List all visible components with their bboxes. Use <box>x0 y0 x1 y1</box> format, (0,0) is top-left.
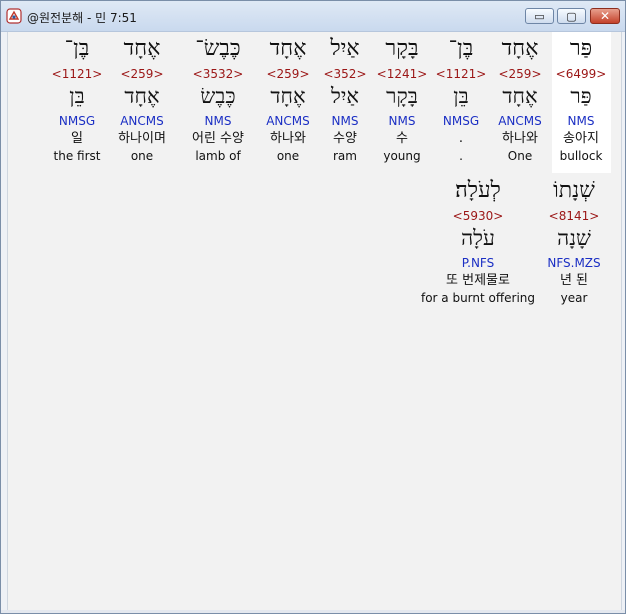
word-hebrew: אֶחָד <box>269 36 307 61</box>
word-lemma: שָׁנָה <box>557 226 591 250</box>
word-hebrew: שְׁנָתוֹ <box>553 178 595 203</box>
word-korean: 년 된 <box>559 273 589 288</box>
word-morphology: NMS <box>204 114 232 128</box>
word-cell[interactable]: בֶּן־ <1121> בֵּן NMSG 일 the first <box>37 38 117 164</box>
word-cell[interactable]: לְעֹלָה׃ <5930> עֹלָה P.NFS 또 번제물로 for a… <box>410 180 546 306</box>
word-hebrew: בֶּן־ <box>64 36 90 61</box>
word-morphology: NMSG <box>58 114 96 128</box>
minimize-icon: ▭ <box>534 9 545 23</box>
word-morphology: ANCMS <box>266 114 310 128</box>
word-cell[interactable]: כֶּבֶשׂ־ <3532> כֶּבֶשׂ NMS 어린 수양 lamb o… <box>178 38 258 164</box>
app-window: @원전분해 - 민 7:51 ▭ ▢ ✕ פַּר <6499> פַּר NM… <box>0 0 626 614</box>
word-strong-number[interactable]: <8141> <box>534 210 614 224</box>
word-cell[interactable]: שְׁנָתוֹ <8141> שָׁנָה NFS.MZS 년 된 year <box>534 180 614 306</box>
close-button[interactable]: ✕ <box>590 8 620 24</box>
word-english: one <box>276 149 300 163</box>
word-morphology: NFS.MZS <box>547 256 601 270</box>
word-strong-number[interactable]: <5930> <box>410 210 546 224</box>
word-lemma: אֶחָד <box>270 84 306 108</box>
word-korean: 일 <box>71 131 83 146</box>
close-icon: ✕ <box>599 9 611 23</box>
window-title: @원전분해 - 민 7:51 <box>27 11 137 25</box>
word-strong-number[interactable]: <1121> <box>37 68 117 82</box>
word-morphology: P.NFS <box>461 256 495 270</box>
title-bar[interactable]: @원전분해 - 민 7:51 ▭ ▢ ✕ <box>1 1 625 32</box>
word-cell[interactable]: אֶחָד <259> אֶחָד ANCMS 하나와 one <box>248 38 328 164</box>
word-english: lamb of <box>195 149 241 163</box>
app-logo-icon <box>6 8 22 24</box>
word-hebrew: כֶּבֶשׂ־ <box>195 36 241 61</box>
word-lemma: כֶּבֶשׂ <box>200 84 236 108</box>
interlinear-panel: פַּר <6499> פַּר NMS 송아지 bullock אֶחָד <… <box>7 32 622 611</box>
word-english: year <box>560 291 588 305</box>
word-hebrew: לְעֹלָה׃ <box>455 178 501 203</box>
word-strong-number[interactable]: <3532> <box>178 68 258 82</box>
word-english: for a burnt offering <box>420 291 536 305</box>
word-lemma: עֹלָה <box>461 226 495 250</box>
window-bottom-edge <box>1 610 625 613</box>
word-english: the first <box>53 149 101 163</box>
word-korean: 하나와 <box>270 131 306 146</box>
word-lemma: בֵּן <box>69 84 85 108</box>
maximize-icon: ▢ <box>566 9 577 23</box>
word-korean: 또 번제물로 <box>446 273 510 288</box>
word-korean: 어린 수양 <box>192 131 244 146</box>
minimize-button[interactable]: ▭ <box>525 8 554 24</box>
maximize-button[interactable]: ▢ <box>557 8 586 24</box>
word-strong-number[interactable]: <259> <box>248 68 328 82</box>
